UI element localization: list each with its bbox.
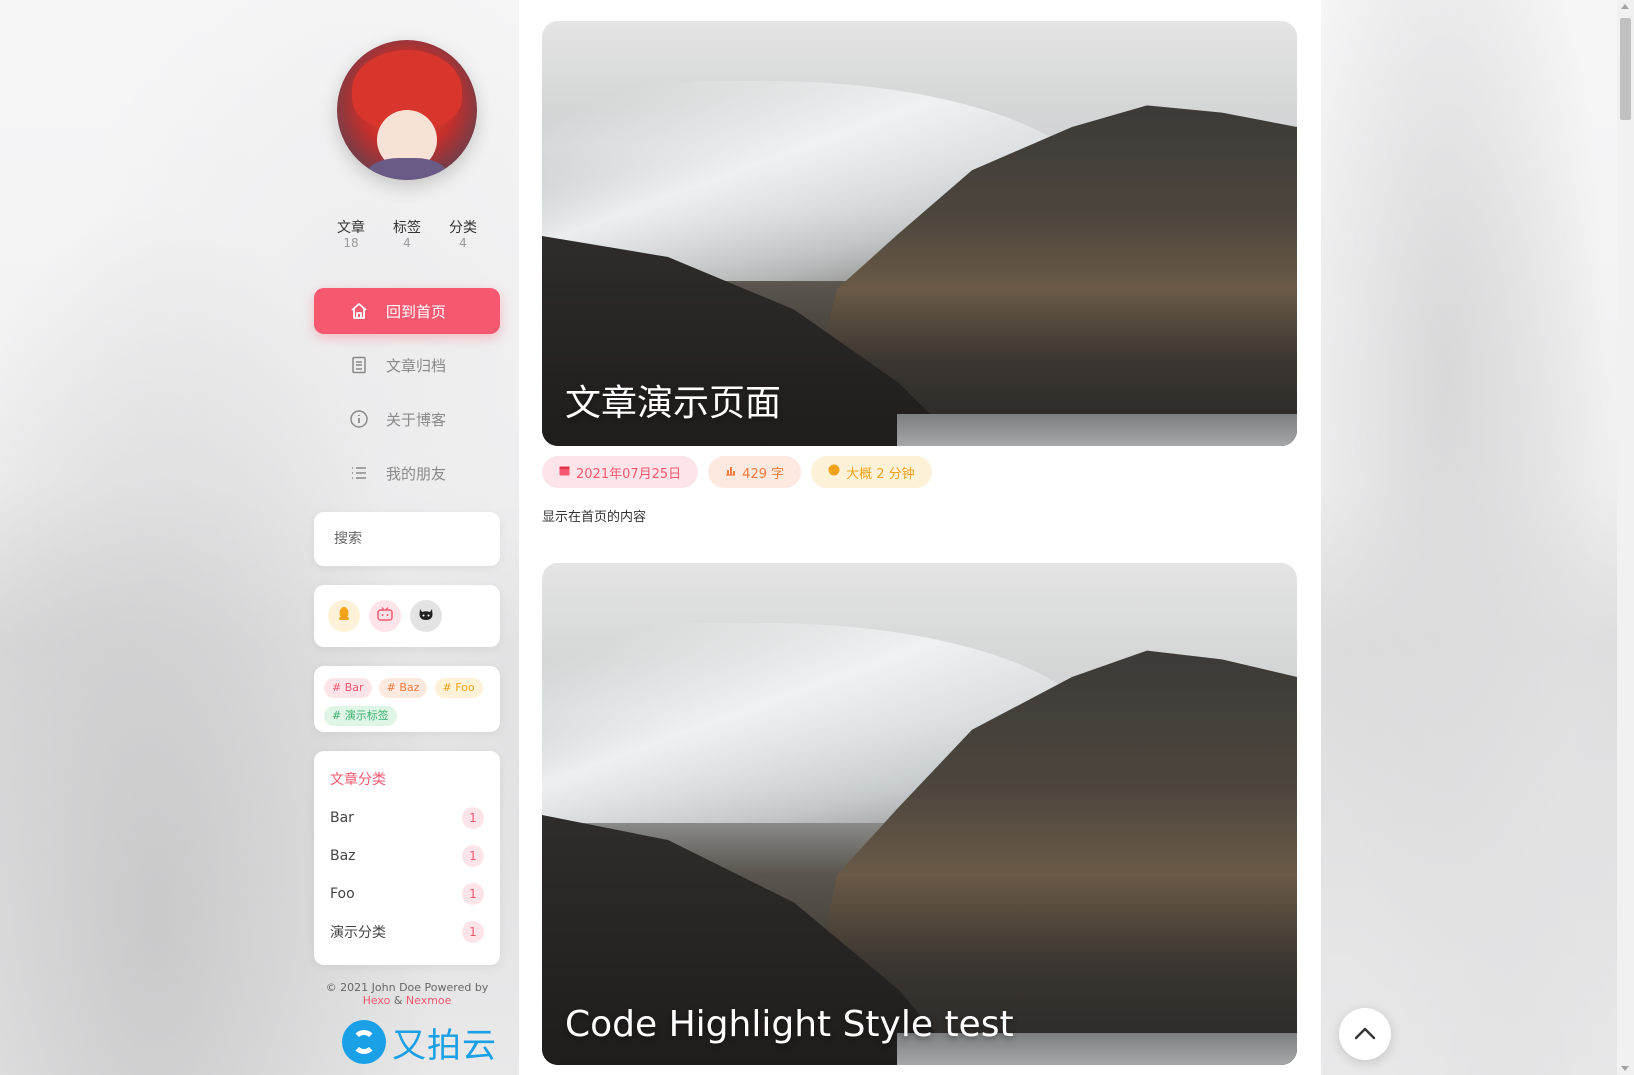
stat-categories[interactable]: 分类 4 — [446, 220, 480, 250]
sidebar: 文章 18 标签 4 分类 4 回到首页 文章归档 关于博客 我的朋友 搜索 #… — [312, 0, 502, 1075]
category-item[interactable]: Bar 1 — [330, 799, 484, 837]
category-name: 演示分类 — [330, 925, 386, 941]
category-name: Foo — [330, 886, 355, 902]
chart-icon — [725, 465, 736, 480]
search-input[interactable] — [332, 530, 486, 548]
category-item[interactable]: 演示分类 1 — [330, 913, 484, 951]
archive-icon — [348, 354, 370, 376]
avatar-collar — [367, 158, 447, 180]
tag-cloud: # Bar # Baz # Foo # 演示标签 — [314, 666, 500, 732]
post-title[interactable]: Code Highlight Style test — [565, 1004, 1014, 1045]
category-item[interactable]: Foo 1 — [330, 875, 484, 913]
upyun-logo-text: 又拍云 — [392, 1025, 497, 1066]
back-to-top-button[interactable] — [1339, 1008, 1391, 1060]
post-read-time: 大概 2 分钟 — [846, 466, 915, 482]
upyun-logo[interactable]: 又拍云 — [342, 1018, 497, 1066]
copyright-text: © 2021 John Doe Powered by — [325, 981, 489, 994]
post-words: 429 字 — [742, 466, 785, 482]
nav-label: 文章归档 — [386, 356, 447, 375]
main-content: 文章演示页面 2021年07月25日 429 字 大概 2 分钟 显示在首页的内… — [519, 0, 1321, 1075]
stat-label: 标签 — [393, 220, 421, 236]
clock-icon — [828, 464, 840, 480]
upyun-mark-icon — [342, 1020, 386, 1064]
nav-label: 关于博客 — [386, 410, 447, 429]
info-icon — [348, 408, 370, 430]
powered-by: Hexo & Nexmoe — [312, 994, 502, 1007]
stat-value: 4 — [459, 236, 467, 250]
categories-card: 文章分类 Bar 1 Baz 1 Foo 1 演示分类 1 — [314, 751, 500, 965]
category-count: 1 — [462, 807, 484, 829]
stat-posts[interactable]: 文章 18 — [334, 220, 368, 250]
category-count: 1 — [462, 883, 484, 905]
post-date: 2021年07月25日 — [576, 466, 682, 482]
nav-label: 我的朋友 — [386, 464, 447, 483]
github-button[interactable] — [410, 600, 442, 632]
stat-label: 分类 — [449, 220, 477, 236]
social-links — [314, 585, 500, 647]
post-title[interactable]: 文章演示页面 — [565, 374, 781, 426]
chevron-up-icon — [1354, 1025, 1376, 1044]
post-cover[interactable]: 文章演示页面 — [542, 21, 1297, 446]
post-date-badge: 2021年07月25日 — [542, 456, 699, 488]
nav-item-about[interactable]: 关于博客 — [314, 396, 500, 442]
post-card: 文章演示页面 2021年07月25日 429 字 大概 2 分钟 显示在首页的内… — [542, 21, 1297, 525]
qq-icon — [337, 606, 351, 626]
scroll-down-arrow-icon[interactable] — [1621, 1066, 1629, 1071]
scrollbar-thumb[interactable] — [1620, 18, 1631, 120]
post-card: Code Highlight Style test — [542, 563, 1297, 1065]
stat-value: 4 — [403, 236, 411, 250]
github-icon — [417, 606, 435, 626]
nav-item-archive[interactable]: 文章归档 — [314, 342, 500, 388]
list-icon — [348, 462, 370, 484]
cover-water — [897, 414, 1297, 446]
category-count: 1 — [462, 921, 484, 943]
stat-tags[interactable]: 标签 4 — [390, 220, 424, 250]
stat-value: 18 — [343, 236, 359, 250]
category-count: 1 — [462, 845, 484, 867]
nav-item-friends[interactable]: 我的朋友 — [314, 450, 500, 496]
page-scrollbar[interactable] — [1617, 0, 1634, 1075]
scroll-up-arrow-icon[interactable] — [1621, 4, 1629, 9]
calendar-icon — [559, 465, 570, 480]
tag-demo[interactable]: # 演示标签 — [324, 706, 397, 726]
tag-baz[interactable]: # Baz — [378, 678, 428, 698]
qq-button[interactable] — [328, 600, 360, 632]
search-card — [314, 512, 500, 566]
background-right — [1320, 0, 1634, 1075]
home-icon — [348, 300, 370, 322]
sidebar-footer: © 2021 John Doe Powered by Hexo & Nexmoe — [312, 981, 502, 1007]
bilibili-button[interactable] — [369, 600, 401, 632]
sidebar-nav: 回到首页 文章归档 关于博客 我的朋友 — [314, 288, 500, 504]
hexo-link[interactable]: Hexo — [363, 994, 391, 1007]
tag-foo[interactable]: # Foo — [434, 678, 483, 698]
category-name: Bar — [330, 810, 354, 826]
nav-item-home[interactable]: 回到首页 — [314, 288, 500, 334]
stat-label: 文章 — [337, 220, 365, 236]
nav-label: 回到首页 — [386, 302, 447, 321]
avatar[interactable] — [337, 40, 477, 180]
post-readtime-badge: 大概 2 分钟 — [811, 456, 932, 488]
nexmoe-link[interactable]: Nexmoe — [406, 994, 452, 1007]
categories-title: 文章分类 — [330, 772, 386, 788]
profile-stats: 文章 18 标签 4 分类 4 — [312, 220, 502, 250]
category-name: Baz — [330, 848, 356, 864]
post-excerpt: 显示在首页的内容 — [542, 510, 647, 525]
tag-bar[interactable]: # Bar — [324, 678, 372, 698]
post-cover[interactable]: Code Highlight Style test — [542, 563, 1297, 1065]
post-meta: 2021年07月25日 429 字 大概 2 分钟 — [542, 456, 1297, 488]
post-words-badge: 429 字 — [708, 456, 802, 488]
category-item[interactable]: Baz 1 — [330, 837, 484, 875]
bilibili-icon — [376, 606, 394, 626]
amp-text: & — [393, 994, 403, 1007]
